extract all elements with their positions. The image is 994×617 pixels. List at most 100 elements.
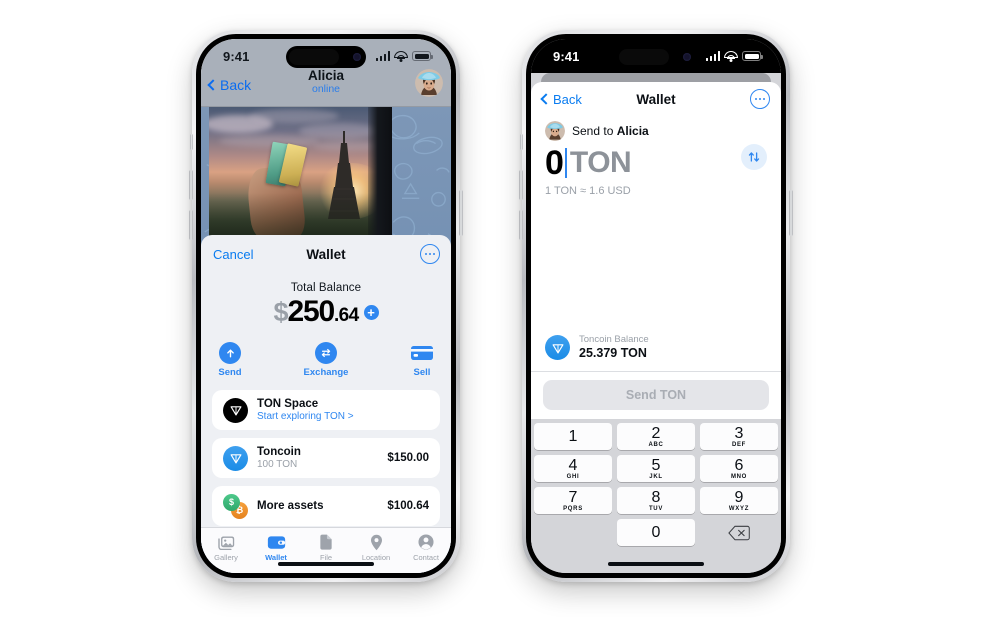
balance-text: Toncoin Balance 25.379 TON — [579, 334, 649, 361]
back-button[interactable]: Back — [540, 91, 582, 107]
add-funds-button[interactable]: + — [363, 304, 379, 320]
chat-back-button[interactable]: Back — [207, 77, 251, 93]
multi-coin-icon: $ ₿ — [223, 493, 248, 519]
tab-wallet[interactable]: Wallet — [251, 533, 301, 562]
silent-switch[interactable] — [190, 134, 193, 150]
asset-text: Toncoin 100 TON — [257, 446, 378, 471]
arrow-up-circle-icon — [219, 342, 241, 364]
status-time: 9:41 — [553, 48, 580, 64]
ton-diamond-blue-icon — [223, 445, 248, 471]
cellular-signal-icon — [375, 51, 390, 61]
exchange-action-button[interactable]: Exchange — [300, 342, 352, 378]
asset-row-toncoin[interactable]: Toncoin 100 TON $150.00 — [212, 438, 440, 478]
tab-file[interactable]: File — [301, 533, 351, 562]
swap-vertical-icon[interactable] — [741, 144, 767, 170]
key-8[interactable]: 8 TUV — [617, 487, 695, 514]
key-0[interactable]: 0 — [617, 519, 695, 546]
wallet-icon — [267, 533, 286, 551]
status-time: 9:41 — [223, 48, 250, 64]
volume-up-button[interactable] — [189, 170, 193, 200]
home-indicator[interactable] — [608, 562, 704, 566]
keypad-row: 7 PQRS 8 TUV 9 WXYZ — [534, 487, 778, 514]
silent-switch[interactable] — [520, 134, 523, 150]
asset-text: TON Space Start exploring TON > — [257, 398, 429, 423]
keypad-row: 4 GHI 5 JKL 6 MNO — [534, 455, 778, 482]
key-number: 1 — [568, 428, 578, 445]
more-options-icon[interactable] — [750, 89, 770, 109]
power-button[interactable] — [789, 190, 793, 236]
amount-unit: TON — [569, 146, 632, 179]
asset-name: Toncoin — [257, 445, 301, 458]
key-number: 0 — [651, 524, 661, 541]
chat-contact-status: online — [311, 83, 341, 95]
chat-photo-message[interactable] — [209, 107, 392, 237]
amount-value: 0 — [545, 144, 564, 182]
wifi-icon — [724, 51, 738, 62]
send-ton-button[interactable]: Send TON — [543, 380, 769, 410]
key-6[interactable]: 6 MNO — [700, 455, 778, 482]
balance-integer: 250 — [287, 295, 335, 328]
volume-down-button[interactable] — [519, 210, 523, 240]
key-number: 5 — [651, 456, 661, 474]
exchange-rate-text: 1 TON ≈ 1.6 USD — [545, 185, 631, 197]
alicia-avatar[interactable] — [545, 121, 565, 141]
amount-input-row[interactable]: 0 TON — [531, 141, 781, 183]
cloud — [249, 109, 339, 123]
key-4[interactable]: 4 GHI — [534, 455, 612, 482]
screenshot-canvas: Back Alicia online 9:41 Cancel Wallet To… — [0, 0, 994, 617]
key-number: 7 — [568, 488, 578, 506]
key-9[interactable]: 9 WXYZ — [700, 487, 778, 514]
key-3[interactable]: 3 DEF — [700, 423, 778, 450]
tab-contact[interactable]: Contact — [401, 533, 451, 562]
tab-gallery[interactable]: Gallery — [201, 533, 251, 562]
volume-down-button[interactable] — [189, 210, 193, 240]
key-number: 2 — [651, 424, 661, 442]
bottom-tab-bar: Gallery Wallet File Location Contact — [201, 527, 451, 573]
battery-icon — [412, 51, 433, 61]
key-5[interactable]: 5 JKL — [617, 455, 695, 482]
tab-location[interactable]: Location — [351, 533, 401, 562]
send-to-text: Send to Alicia — [572, 124, 649, 138]
phone-left: Back Alicia online 9:41 Cancel Wallet To… — [189, 30, 463, 582]
key-letters: PQRS — [563, 505, 583, 512]
island-pill — [619, 49, 669, 65]
phone-right: Back Wallet Send to Alicia 0 TON 1 TON ≈… — [519, 30, 793, 582]
photo-foreground-trees — [209, 193, 392, 237]
window-frame-edge — [368, 107, 392, 237]
key-blank — [534, 519, 612, 546]
dollar-coin-icon: $ — [223, 493, 240, 511]
sell-action-button[interactable]: Sell — [396, 342, 448, 378]
more-options-icon[interactable] — [420, 244, 440, 264]
balance-decimal: .64 — [333, 305, 359, 326]
key-1[interactable]: 1 — [534, 423, 612, 450]
toncoin-balance-row[interactable]: Toncoin Balance 25.379 TON — [531, 334, 781, 371]
stacked-sheet-peek — [541, 73, 771, 82]
credit-card-icon — [411, 342, 433, 364]
total-balance-label: Total Balance — [290, 282, 362, 294]
key-letters: ABC — [648, 441, 664, 448]
send-action-button[interactable]: Send — [204, 342, 256, 378]
send-to-prefix: Send to — [572, 124, 617, 138]
asset-value: $100.64 — [387, 500, 429, 512]
backspace-icon[interactable] — [700, 519, 778, 546]
wallet-sheet-nav: Cancel Wallet — [201, 235, 451, 273]
phone-right-bezel: Back Wallet Send to Alicia 0 TON 1 TON ≈… — [526, 34, 786, 578]
back-label: Back — [553, 91, 582, 107]
ton-diamond-blue-icon — [545, 335, 570, 360]
volume-up-button[interactable] — [519, 170, 523, 200]
balance-value: 25.379 TON — [579, 346, 647, 360]
key-7[interactable]: 7 PQRS — [534, 487, 612, 514]
key-letters: DEF — [731, 441, 747, 448]
asset-row-more-assets[interactable]: $ ₿ More assets $100.64 — [212, 486, 440, 526]
key-2[interactable]: 2 ABC — [617, 423, 695, 450]
power-button[interactable] — [459, 190, 463, 236]
alicia-avatar[interactable] — [415, 69, 443, 97]
numeric-keypad: 1 2 ABC 3 DEF 4 GHI 5 JKL 6 MNO 7 PQRS 8 TUV 9W… — [531, 419, 781, 573]
key-letters: MNO — [730, 473, 748, 480]
key-number: 4 — [568, 456, 578, 474]
home-indicator[interactable] — [278, 562, 374, 566]
cancel-button[interactable]: Cancel — [213, 247, 253, 262]
asset-row-ton-space[interactable]: TON Space Start exploring TON > — [212, 390, 440, 430]
asset-subtitle-link[interactable]: Start exploring TON > — [257, 411, 429, 423]
send-button-area: Send TON — [531, 371, 781, 419]
